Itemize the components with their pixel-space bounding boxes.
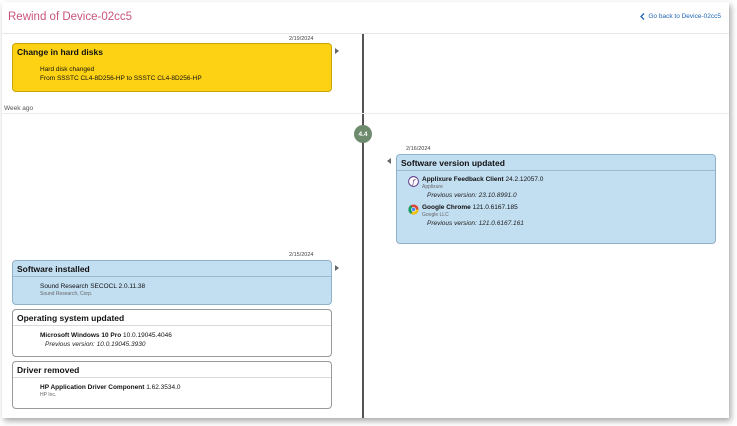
card-title: Change in hard disks — [17, 47, 103, 57]
event-date: 2/15/2024 — [289, 252, 314, 258]
expand-arrow-icon[interactable] — [387, 158, 391, 164]
rewind-panel: Rewind of Device-02cc5 Go back to Device… — [2, 2, 729, 418]
os-name: Microsoft Windows 10 Pro — [40, 332, 122, 339]
expand-arrow-icon[interactable] — [335, 48, 339, 54]
expand-arrow-icon[interactable] — [335, 265, 339, 271]
card-title: Driver removed — [13, 362, 331, 378]
software-name: Google Chrome — [422, 204, 471, 211]
software-name: Sound Research SECOCL — [40, 283, 117, 290]
driver-vendor: HP Inc. — [40, 392, 57, 398]
timeline-line — [362, 34, 364, 418]
software-vendor: Sound Research, Corp. — [40, 291, 93, 297]
driver-name: HP Application Driver Component — [40, 384, 145, 391]
event-date: 2/16/2024 — [406, 146, 431, 152]
page-header: Rewind of Device-02cc5 Go back to Device… — [2, 2, 729, 34]
software-vendor: Google LLC — [422, 212, 449, 218]
applixure-icon: f — [408, 176, 419, 187]
card-title: Software version updated — [397, 155, 715, 171]
software-installed-card[interactable]: Software installed Sound Research SECOCL… — [12, 260, 332, 305]
event-date: 2/19/2024 — [289, 36, 314, 42]
os-version: 10.0.19045.4046 — [123, 332, 172, 339]
hard-disks-card[interactable]: Change in hard disks Hard disk changed F… — [12, 43, 332, 92]
software-version: 24.2.12057.0 — [505, 176, 544, 183]
back-link[interactable]: Go back to Device-02cc5 — [640, 13, 721, 20]
week-separator — [2, 113, 729, 114]
timeline-node[interactable]: 4.4 — [354, 125, 372, 143]
software-name: Applixure Feedback Client — [422, 176, 504, 183]
card-line: From SSSTC CL4-8D256-HP to SSSTC CL4-8D2… — [40, 75, 202, 82]
chrome-icon — [408, 204, 419, 215]
chevron-left-icon — [640, 13, 645, 20]
os-updated-card[interactable]: Operating system updated Microsoft Windo… — [12, 309, 332, 357]
page-title: Rewind of Device-02cc5 — [8, 11, 133, 23]
software-version: 121.0.6167.185 — [472, 204, 518, 211]
software-vendor: Applixure — [422, 184, 443, 190]
driver-removed-card[interactable]: Driver removed HP Application Driver Com… — [12, 361, 332, 409]
software-version: 2.0.11.38 — [118, 283, 146, 290]
card-title: Software installed — [13, 261, 331, 277]
back-link-label: Go back to Device-02cc5 — [648, 13, 721, 20]
card-title: Operating system updated — [13, 310, 331, 326]
card-line: Hard disk changed — [40, 66, 95, 73]
week-label: Week ago — [4, 105, 34, 112]
previous-version: Previous version: 121.0.6167.161 — [427, 220, 524, 227]
driver-version: 1.62.3534.0 — [146, 384, 181, 391]
software-item: f Applixure Feedback Client 24.2.12057.0… — [408, 175, 709, 201]
previous-version: Previous version: 23.10.8991.0 — [427, 192, 517, 199]
software-updated-card[interactable]: Software version updated f Applixure Fee… — [396, 154, 716, 244]
previous-version: Previous version: 10.0.19045.3930 — [45, 341, 146, 348]
software-item: Google Chrome 121.0.6167.185 Google LLC … — [408, 203, 709, 229]
